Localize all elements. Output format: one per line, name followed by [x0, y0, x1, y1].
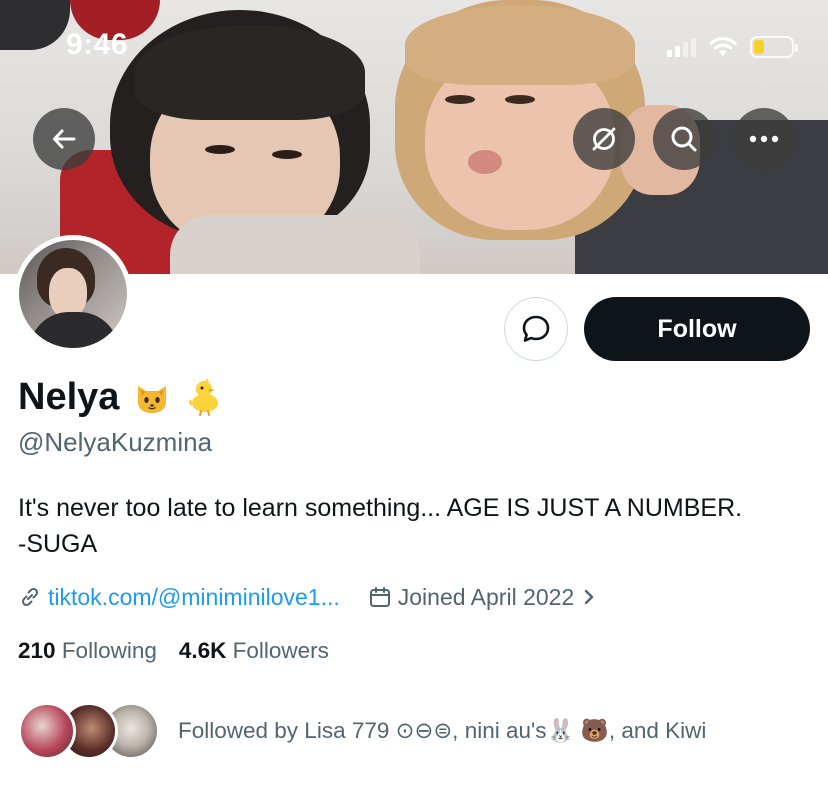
followers-count-link[interactable]: 4.6K Followers	[179, 638, 329, 664]
banner-shape	[468, 150, 502, 174]
profile-meta: tiktok.com/@miniminilove1... Joined Apri…	[18, 580, 598, 614]
banner-shape	[170, 215, 420, 274]
more-button[interactable]	[733, 108, 795, 170]
chick-icon	[189, 378, 219, 416]
arrow-left-icon	[53, 129, 76, 149]
cat-face-icon	[138, 386, 167, 413]
banner-shape	[272, 150, 302, 159]
joined-date-text: Joined April 2022	[397, 583, 575, 610]
banner-shape	[405, 5, 635, 85]
profile-bio: It's never too late to learn something..…	[18, 490, 808, 562]
display-name: Nelya	[18, 372, 225, 422]
message-button[interactable]	[504, 297, 568, 361]
followed-by-text: Followed by Lisa 779 ⊙⊖⊜, nini au's🐰 🐻, …	[178, 718, 707, 743]
message-bubble-icon	[522, 315, 550, 342]
followers-label: Followers	[232, 638, 329, 663]
profile-link[interactable]: tiktok.com/@miniminilove1...	[18, 584, 340, 611]
banner-shape	[445, 95, 475, 104]
search-icon	[671, 126, 697, 152]
search-button[interactable]	[653, 108, 715, 170]
user-handle: @NelyaKuzmina	[18, 427, 213, 457]
following-count: 210	[18, 638, 56, 663]
followers-count: 4.6K	[178, 638, 227, 663]
status-icons	[667, 34, 798, 60]
bio-line: -SUGA	[18, 530, 98, 558]
joined-date[interactable]: Joined April 2022	[368, 584, 598, 611]
grok-icon	[592, 127, 616, 151]
battery-icon	[750, 36, 798, 58]
profile-avatar[interactable]	[14, 235, 132, 353]
wifi-icon	[709, 36, 737, 56]
follow-counts: 210 Following 4.6K Followers	[18, 638, 329, 664]
grok-button[interactable]	[573, 108, 635, 170]
avatar-image	[19, 240, 127, 348]
profile-page: 9:46 Follow Nelya @NelyaKuzmina It's nev…	[0, 0, 828, 802]
more-horizontal-icon	[749, 135, 779, 143]
bio-line: It's never too late to learn something..…	[18, 494, 743, 522]
status-time: 9:46	[66, 28, 129, 61]
display-name-text: Nelya	[18, 375, 120, 418]
following-count-link[interactable]: 210 Following	[18, 638, 157, 664]
banner-shape	[205, 145, 235, 154]
following-label: Following	[61, 638, 157, 663]
link-icon	[21, 587, 39, 607]
banner-shape	[0, 0, 70, 50]
banner-shape	[135, 25, 365, 120]
follow-button[interactable]: Follow	[584, 297, 810, 361]
mutual-avatar	[18, 702, 76, 760]
signal-icon	[667, 37, 696, 57]
followed-by[interactable]: Followed by Lisa 779 ⊙⊖⊜, nini au's🐰 🐻, …	[18, 702, 706, 760]
banner-shape	[505, 95, 535, 104]
chevron-right-icon	[585, 589, 594, 605]
profile-link-text[interactable]: tiktok.com/@miniminilove1...	[48, 584, 340, 611]
calendar-icon	[369, 587, 390, 607]
back-button[interactable]	[33, 108, 95, 170]
